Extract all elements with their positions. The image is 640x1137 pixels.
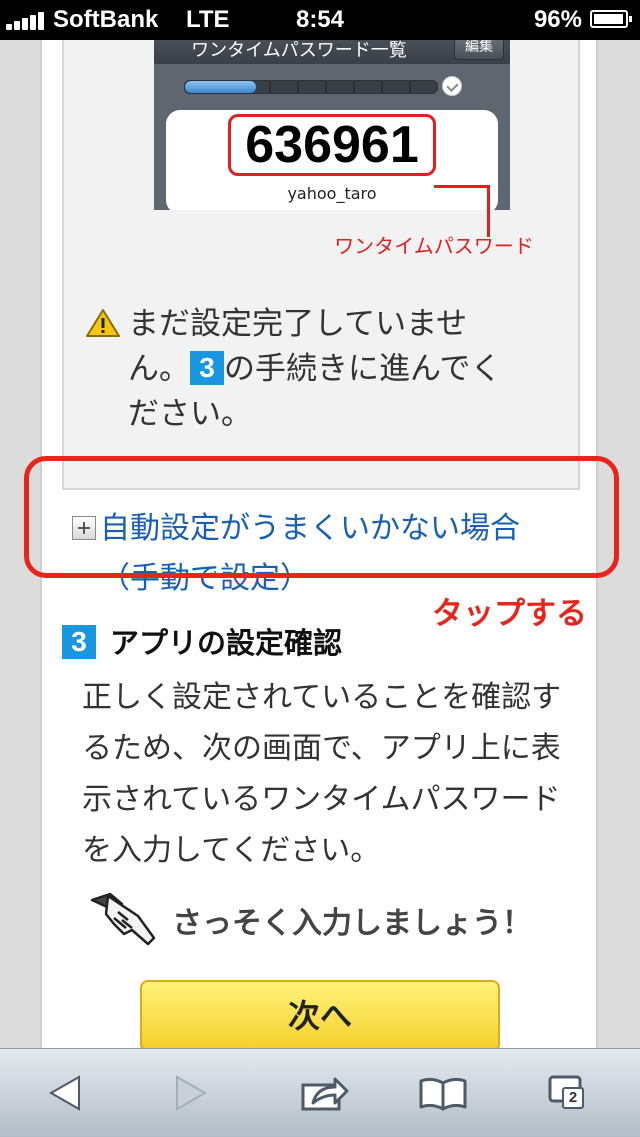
step3-heading: 3 アプリの設定確認 — [62, 620, 342, 662]
web-page[interactable]: ワンタイムパスワード一覧 編集 636961 yahoo_taro ワンタイムパ… — [0, 40, 640, 1048]
enter-prompt: さっそく入力しましょう！ — [172, 906, 532, 941]
share-icon[interactable] — [299, 1073, 351, 1113]
manual-setup-line1[interactable]: 自動設定がうまくいかない場合 — [100, 504, 580, 554]
content-card: ワンタイムパスワード一覧 編集 636961 yahoo_taro ワンタイムパ… — [40, 40, 598, 1048]
share-button[interactable] — [280, 1049, 370, 1137]
forward-button[interactable] — [146, 1049, 236, 1137]
otp-callout-label: ワンタイムパスワード — [334, 234, 534, 258]
bookmarks-button[interactable] — [398, 1049, 488, 1137]
browser-toolbar: 2 — [0, 1048, 640, 1137]
next-button[interactable]: 次へ — [140, 980, 500, 1048]
tabs-count[interactable]: 2 — [562, 1087, 584, 1109]
app-nav-title: ワンタイムパスワード一覧 — [191, 40, 407, 61]
step2-panel: ワンタイムパスワード一覧 編集 636961 yahoo_taro ワンタイムパ… — [62, 40, 580, 490]
check-icon — [442, 76, 462, 96]
warning-message: まだ設定完了していません。 3 の手続きに進んでください。 — [128, 302, 528, 437]
plus-expand-icon[interactable] — [72, 516, 96, 540]
otp-timer-bar — [184, 80, 438, 94]
step-number-badge: 3 — [62, 625, 96, 659]
battery-icon — [590, 10, 632, 28]
back-button[interactable] — [20, 1049, 110, 1137]
otp-timer-fill — [185, 81, 256, 93]
step3-title: アプリの設定確認 — [110, 626, 343, 660]
step-number-badge: 3 — [190, 351, 224, 385]
back-arrow-icon[interactable] — [47, 1073, 83, 1113]
otp-card: 636961 yahoo_taro — [166, 110, 498, 210]
forward-arrow-icon[interactable] — [173, 1073, 209, 1113]
otp-password: 636961 — [228, 114, 436, 176]
tap-instruction-label: タップする — [432, 596, 587, 632]
status-bar: SoftBank LTE 8:54 96% — [0, 0, 640, 40]
battery-percentage: 96% — [533, 6, 582, 33]
pointing-hand-icon — [90, 892, 156, 946]
app-edit-button: 編集 — [454, 40, 504, 60]
callout-line — [434, 185, 490, 188]
step3-description: 正しく設定されていることを確認するため、次の画面で、アプリ上に表示されているワン… — [82, 680, 562, 868]
warning-icon — [86, 309, 120, 337]
app-nav-bar: ワンタイムパスワード一覧 編集 — [154, 40, 510, 64]
bookmarks-book-icon[interactable] — [418, 1075, 468, 1111]
tabs-button[interactable]: 2 — [524, 1049, 614, 1137]
